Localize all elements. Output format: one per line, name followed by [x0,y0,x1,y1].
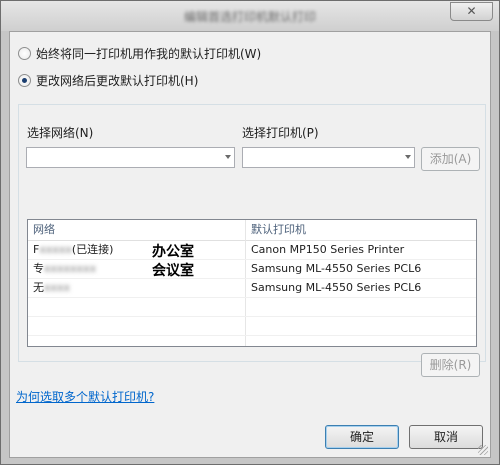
chevron-down-icon [225,155,231,159]
title-bar: 编辑首选打印机默认打印 ✕ [1,1,499,31]
printer-select[interactable] [242,147,415,168]
delete-button[interactable]: 删除(R) [421,353,480,377]
network-cell: 无xxxx [33,281,71,294]
help-link[interactable]: 为何选取多个默认打印机? [16,388,154,405]
list-header: 网络 默认打印机 [28,220,476,241]
table-row[interactable]: Fxxxxx(已连接) Canon MP150 Series Printer [28,241,476,260]
empty-row [28,317,476,336]
printer-cell: Samsung ML-4550 Series PCL6 [251,281,422,294]
chevron-down-icon [405,155,411,159]
printer-cell: Canon MP150 Series Printer [251,243,405,256]
radio-change-by-network[interactable] [18,74,31,87]
printer-settings-dialog: 编辑首选打印机默认打印 ✕ 始终将同一打印机用作我的默认打印机(W) 更改网络后… [0,0,500,465]
network-cell: 专xxxxxxxx [33,262,97,275]
network-cell: Fxxxxx(已连接) [33,243,114,256]
table-row[interactable]: 专xxxxxxxx Samsung ML-4550 Series PCL6 [28,260,476,279]
table-row[interactable]: 无xxxx Samsung ML-4550 Series PCL6 [28,279,476,298]
option-change-by-network[interactable]: 更改网络后更改默认打印机(H) [18,72,198,89]
close-button[interactable]: ✕ [450,2,493,21]
column-header-printer[interactable]: 默认打印机 [246,220,476,240]
radio-always-same[interactable] [18,47,31,60]
network-select[interactable] [26,147,235,168]
add-button[interactable]: 添加(A) [421,147,480,171]
option-change-by-network-label: 更改网络后更改默认打印机(H) [36,74,199,88]
resize-grip[interactable] [478,445,488,455]
network-printer-list[interactable]: 网络 默认打印机 Fxxxxx(已连接) Canon MP150 Series … [27,219,477,347]
printer-cell: Samsung ML-4550 Series PCL6 [251,262,422,275]
cancel-button[interactable]: 取消 [409,425,483,449]
network-printer-group: 选择网络(N) 选择打印机(P) 添加(A) 网络 默认打印机 Fxxxxx(已… [18,104,486,377]
empty-row [28,298,476,317]
column-header-network[interactable]: 网络 [28,220,245,240]
network-label: 选择网络(N) [27,126,94,140]
window-title: 编辑首选打印机默认打印 [183,10,316,24]
option-always-same-label: 始终将同一打印机用作我的默认打印机(W) [36,47,262,61]
printer-label: 选择打印机(P) [242,126,319,140]
ok-button[interactable]: 确定 [325,425,399,449]
option-always-same[interactable]: 始终将同一打印机用作我的默认打印机(W) [18,45,261,62]
dialog-body: 始终将同一打印机用作我的默认打印机(W) 更改网络后更改默认打印机(H) 选择网… [9,31,491,458]
annotation-meeting-room: 会议室 [152,263,194,279]
annotation-office: 办公室 [152,244,194,260]
